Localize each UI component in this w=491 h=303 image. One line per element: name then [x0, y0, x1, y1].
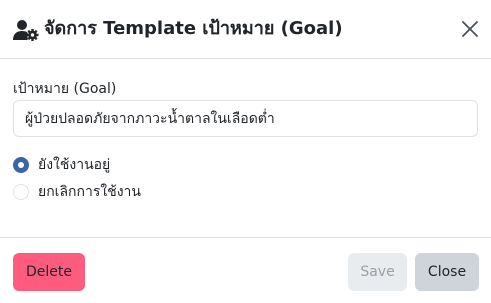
status-option-cancelled-label: ยกเลิกการใช้งาน [38, 184, 141, 200]
goal-template-modal: จัดการ Template เป้าหมาย (Goal) เป้าหมาย… [0, 0, 491, 303]
status-option-active-label: ยังใช้งานอยู่ [38, 157, 111, 173]
close-button[interactable]: Close [415, 253, 479, 291]
modal-title: จัดการ Template เป้าหมาย (Goal) [44, 18, 343, 39]
user-gear-icon [13, 20, 39, 41]
radio-active[interactable] [13, 157, 29, 173]
modal-footer: Delete Save Close [0, 237, 491, 303]
modal-header: จัดการ Template เป้าหมาย (Goal) [0, 0, 491, 59]
modal-body: เป้าหมาย (Goal) ยังใช้งานอยู่ ยกเลิกการใ… [0, 59, 491, 237]
status-option-cancelled[interactable]: ยกเลิกการใช้งาน [13, 182, 141, 202]
save-button[interactable]: Save [348, 253, 407, 291]
status-option-active[interactable]: ยังใช้งานอยู่ [13, 155, 110, 175]
delete-button[interactable]: Delete [13, 253, 85, 291]
close-icon[interactable] [458, 17, 482, 41]
goal-label: เป้าหมาย (Goal) [13, 81, 117, 97]
goal-input[interactable] [13, 100, 478, 137]
radio-cancelled[interactable] [13, 184, 29, 200]
